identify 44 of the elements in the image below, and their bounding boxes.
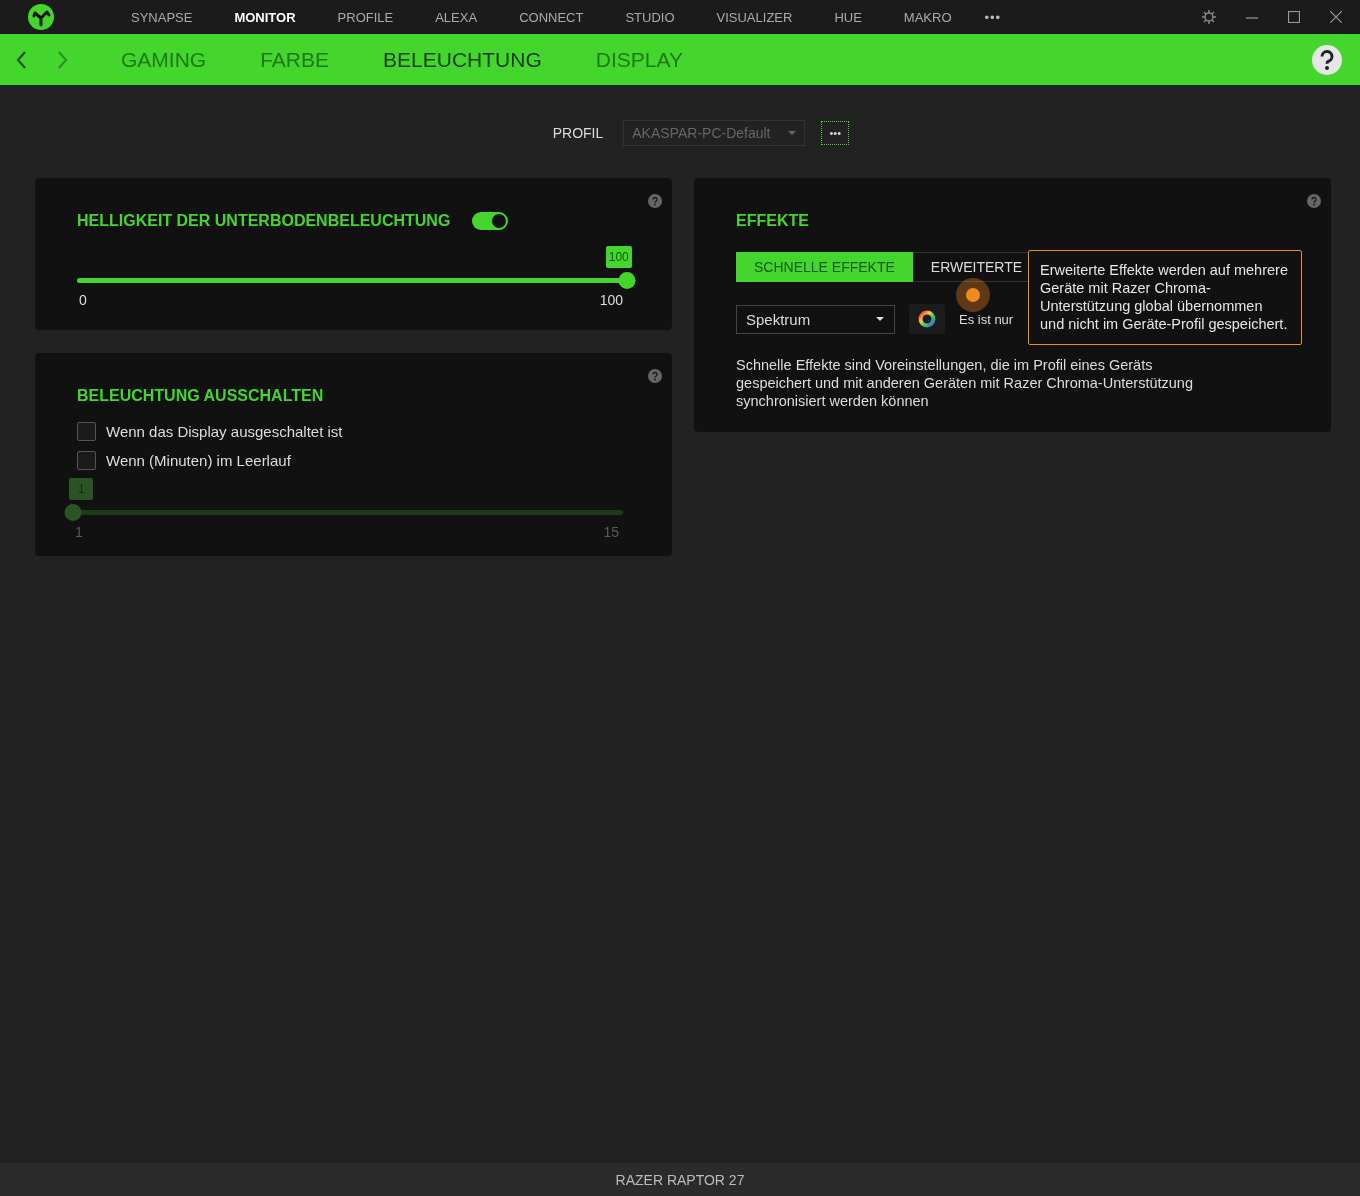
section-title: HELLIGKEIT DER UNTERBODENBELEUCHTUNG — [77, 212, 451, 230]
profile-label: PROFIL — [552, 125, 604, 141]
checkbox-label: Wenn (Minuten) im Leerlauf — [106, 452, 291, 469]
color-wheel-icon — [918, 310, 936, 328]
nav-tab[interactable]: VISUALIZER — [695, 0, 814, 34]
logo-icon — [28, 4, 54, 30]
more-button[interactable]: ••• — [972, 0, 1014, 34]
nav-tab[interactable]: SYNAPSE — [110, 0, 214, 34]
close-icon[interactable] — [1330, 11, 1342, 23]
section-title: BELEUCHTUNG AUSSCHALTEN — [77, 387, 325, 405]
effects-description: Schnelle Effekte sind Voreinstellungen, die im Profil eines Geräts gespeichert und mit anderen Geräten mit Razer Chroma-Unterstützung synchronisiert werden können — [736, 356, 1194, 410]
nav-tab[interactable]: MAKRO — [882, 0, 973, 34]
slider-value: 100 — [605, 246, 632, 268]
slider-thumb[interactable] — [618, 272, 636, 289]
checkbox[interactable] — [77, 451, 96, 470]
slider-max-label: 100 — [599, 292, 623, 308]
toggle-switch[interactable] — [472, 212, 509, 230]
effect-dropdown[interactable]: Spektrum — [736, 304, 895, 334]
caret-icon — [876, 317, 884, 321]
caret-icon — [788, 131, 797, 135]
color-wheel-button[interactable] — [909, 304, 945, 334]
more-button[interactable]: ••• — [821, 121, 850, 145]
help-icon[interactable] — [1312, 44, 1342, 75]
back-icon[interactable] — [16, 50, 27, 69]
click-indicator — [956, 278, 990, 312]
slider-min-label: 1 — [75, 524, 83, 540]
checkbox[interactable] — [77, 422, 96, 441]
nav-tab[interactable]: ALEXA — [414, 0, 499, 34]
nav-tab[interactable]: PROFILE — [316, 0, 415, 34]
section-tab[interactable]: BELEUCHTUNG — [356, 47, 569, 72]
tooltip: Erweiterte Effekte werden auf mehrere Geräte mit Razer Chroma-Unterstützung global übernommen und nicht im Geräte-Profil gespeichert. — [1028, 250, 1302, 345]
nav-tab[interactable]: STUDIO — [604, 0, 696, 34]
effect-tab[interactable]: SCHNELLE EFFEKTE — [736, 252, 913, 282]
device-name: RAZER RAPTOR 27 — [615, 1171, 745, 1188]
nav-tab[interactable]: HUE — [813, 0, 883, 34]
checkbox-label: Wenn das Display ausgeschaltet ist — [106, 423, 343, 440]
maximize-icon[interactable] — [1288, 11, 1300, 23]
nav-tab[interactable]: CONNECT — [498, 0, 605, 34]
effect-note: Es ist nur — [959, 311, 1014, 327]
nav-tab[interactable]: MONITOR — [213, 0, 317, 34]
slider-max-label: 15 — [603, 524, 619, 540]
slider-min-label: 0 — [79, 292, 87, 308]
settings-icon[interactable] — [1202, 10, 1216, 24]
section-title: EFFEKTE — [736, 212, 810, 230]
